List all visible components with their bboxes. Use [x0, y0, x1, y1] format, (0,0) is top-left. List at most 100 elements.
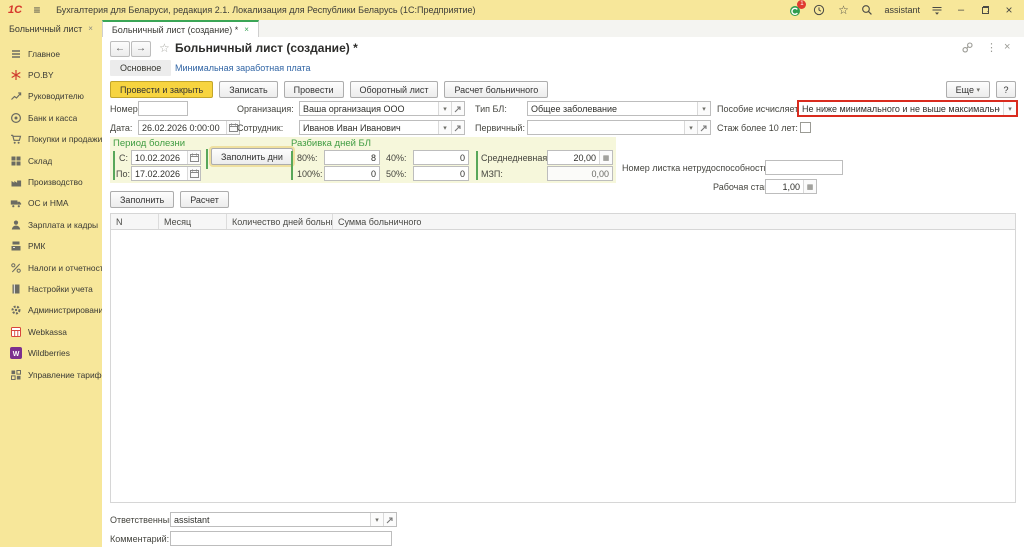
back-button[interactable]: ← — [110, 41, 130, 57]
dropdown-button[interactable]: ▾ — [438, 102, 451, 115]
open-link-icon[interactable] — [383, 513, 396, 526]
calculator-icon[interactable]: ▦ — [599, 151, 612, 164]
employee-label: Сотрудник: — [237, 123, 283, 133]
sidebar-item-production[interactable]: Производство — [0, 171, 102, 192]
dropdown-button[interactable]: ▾ — [1003, 102, 1016, 115]
calculator-icon[interactable]: ▦ — [803, 180, 816, 193]
fill-days-button[interactable]: Заполнить дни — [211, 148, 293, 165]
column-header-n: N — [111, 214, 159, 229]
sidebar-item-manager[interactable]: Руководителю — [0, 86, 102, 107]
svg-text:W: W — [13, 351, 20, 358]
organization-combo[interactable]: ▾ — [299, 101, 465, 116]
p40-input[interactable] — [413, 150, 469, 165]
calc-button[interactable]: Расчет — [180, 191, 229, 208]
min-wage-link[interactable]: Минимальная заработная плата — [175, 63, 311, 73]
discussions-icon[interactable]: 1 — [788, 3, 802, 17]
more-menu-icon[interactable]: ⋮ — [986, 41, 997, 54]
history-icon[interactable] — [812, 3, 826, 17]
benefit-combo[interactable]: ▾ — [797, 100, 1018, 117]
close-document-icon[interactable]: × — [1004, 41, 1010, 53]
sidebar-item-accounting-settings[interactable]: Настройки учета — [0, 278, 102, 299]
calendar-icon[interactable] — [187, 167, 200, 180]
sidebar-item-fixed-assets[interactable]: ОС и НМА — [0, 193, 102, 214]
sidebar-item-main[interactable]: Главное — [0, 43, 102, 64]
calendar-icon[interactable] — [187, 151, 200, 164]
tiles-icon — [10, 369, 22, 381]
window-titlebar: 1С ≡ Бухгалтерия для Беларуси, редакция … — [0, 0, 1024, 20]
p80-input[interactable] — [324, 150, 380, 165]
menu-lines-icon — [10, 48, 22, 60]
wildberries-logo-icon: W — [10, 347, 22, 359]
responsible-combo[interactable]: ▾ — [170, 512, 397, 527]
turnover-sheet-button[interactable]: Оборотный лист — [350, 81, 439, 98]
date-label: Дата: — [110, 123, 132, 133]
post-and-close-button[interactable]: Провести и закрыть — [110, 81, 213, 98]
sidebar-item-payroll-hr[interactable]: Зарплата и кадры — [0, 214, 102, 235]
help-button[interactable]: ? — [996, 81, 1016, 98]
sidebar-item-administration[interactable]: Администрирование — [0, 300, 102, 321]
dropdown-button[interactable]: ▾ — [697, 102, 710, 115]
number-input[interactable] — [138, 101, 188, 116]
sidebar-item-webkassa[interactable]: Webkassa — [0, 321, 102, 342]
search-icon[interactable] — [860, 3, 874, 17]
primary-combo[interactable]: ▾ — [527, 120, 711, 135]
seniority-checkbox[interactable] — [800, 122, 811, 133]
favorite-star-icon[interactable]: ☆ — [159, 41, 170, 55]
tab-main-section[interactable]: Основное — [110, 60, 171, 76]
dropdown-button[interactable]: ▾ — [684, 121, 697, 134]
p50-label: 50%: — [386, 169, 407, 179]
percent-icon — [10, 262, 22, 274]
employee-combo[interactable]: ▾ — [299, 120, 465, 135]
dropdown-button[interactable]: ▾ — [370, 513, 383, 526]
period-group-title: Период болезни — [113, 138, 185, 149]
comment-input[interactable] — [170, 531, 392, 546]
sidebar-item-tariff-management[interactable]: Управление тарифом — [0, 364, 102, 385]
sidebar-item-purchases-sales[interactable]: Покупки и продажи — [0, 129, 102, 150]
sidebar-item-warehouse[interactable]: Склад — [0, 150, 102, 171]
months-table-body[interactable] — [110, 230, 1016, 503]
period-from-input[interactable] — [131, 150, 201, 165]
column-header-month: Месяц — [159, 214, 227, 229]
p100-input[interactable] — [324, 166, 380, 181]
more-button[interactable]: Еще ▾ — [946, 81, 990, 98]
comment-label: Комментарий: — [110, 534, 169, 544]
gear-icon — [10, 304, 22, 316]
sidebar-item-rmk[interactable]: РМК — [0, 236, 102, 257]
tab-close-icon[interactable]: × — [88, 24, 93, 33]
dropdown-caret-icon: ▾ — [976, 86, 980, 94]
minimize-button[interactable]: – — [954, 3, 968, 17]
get-link-icon[interactable] — [962, 42, 973, 53]
sidebar-item-taxes-reports[interactable]: Налоги и отчетность — [0, 257, 102, 278]
work-rate-input[interactable]: ▦ — [765, 179, 817, 194]
open-link-icon[interactable] — [451, 102, 464, 115]
service-menu-icon[interactable] — [930, 3, 944, 17]
fill-button[interactable]: Заполнить — [110, 191, 174, 208]
current-user[interactable]: assistant — [884, 5, 920, 15]
person-icon — [10, 219, 22, 231]
sidebar-item-poby[interactable]: PO.BY — [0, 64, 102, 85]
p50-input[interactable] — [413, 166, 469, 181]
asterisk-icon — [10, 69, 22, 81]
write-button[interactable]: Записать — [219, 81, 277, 98]
sick-list-number-input[interactable] — [765, 160, 843, 175]
open-link-icon[interactable] — [451, 121, 464, 134]
tab-sick-leave-list[interactable]: Больничный лист × — [0, 20, 102, 37]
ledger-book-icon — [10, 283, 22, 295]
forward-button[interactable]: → — [131, 41, 151, 57]
period-to-input[interactable] — [131, 166, 201, 181]
sidebar-item-bank-cash[interactable]: Банк и касса — [0, 107, 102, 128]
dropdown-button[interactable]: ▾ — [438, 121, 451, 134]
avg-daily-input[interactable]: ▦ — [547, 150, 613, 165]
restore-button[interactable] — [978, 3, 992, 17]
tab-sick-leave-new[interactable]: Больничный лист (создание) * × — [102, 20, 259, 37]
date-input[interactable] — [138, 120, 240, 135]
tab-close-icon[interactable]: × — [244, 25, 249, 34]
main-menu-icon[interactable]: ≡ — [30, 3, 44, 17]
close-window-button[interactable]: × — [1002, 3, 1016, 17]
open-link-icon[interactable] — [697, 121, 710, 134]
sidebar-item-wildberries[interactable]: W Wildberries — [0, 342, 102, 363]
type-combo[interactable]: ▾ — [527, 101, 711, 116]
sick-calc-button[interactable]: Расчет больничного — [444, 81, 548, 98]
favorites-star-icon[interactable]: ☆ — [836, 3, 850, 17]
post-button[interactable]: Провести — [284, 81, 344, 98]
